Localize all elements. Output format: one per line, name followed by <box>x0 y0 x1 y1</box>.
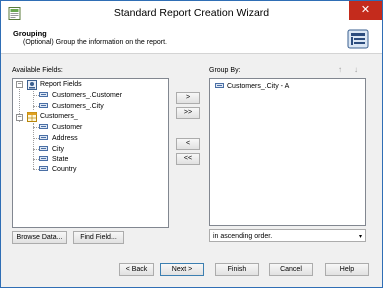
field-icon <box>39 156 48 161</box>
add-field-button[interactable]: > <box>176 92 200 104</box>
available-fields-label: Available Fields: <box>12 67 63 74</box>
close-button[interactable]: ✕ <box>349 1 382 20</box>
field-icon <box>39 124 48 129</box>
field-icon <box>39 92 48 97</box>
tree-item-customer[interactable]: Customer <box>52 122 82 133</box>
tree-node-customers[interactable]: Customers_ <box>40 111 78 122</box>
table-icon <box>27 112 37 122</box>
sort-order-select[interactable]: in ascending order. ▾ <box>209 229 366 242</box>
back-button[interactable]: < Back <box>119 263 154 276</box>
field-icon <box>39 103 48 108</box>
remove-field-button[interactable]: < <box>176 138 200 150</box>
field-icon <box>39 166 48 171</box>
collapse-report-fields-toggle[interactable]: − <box>16 81 23 88</box>
cancel-button[interactable]: Cancel <box>269 263 313 276</box>
step-title: Grouping <box>13 29 47 38</box>
tree-item-address[interactable]: Address <box>52 133 78 144</box>
field-icon <box>39 146 48 151</box>
collapse-customers-toggle[interactable]: − <box>16 114 23 121</box>
step-description: (Optional) Group the information on the … <box>23 39 167 46</box>
window-title: Standard Report Creation Wizard <box>113 7 270 19</box>
remove-all-fields-button[interactable]: << <box>176 153 200 165</box>
move-down-button[interactable]: ↓ <box>354 65 358 74</box>
field-icon <box>39 135 48 140</box>
field-icon <box>215 83 224 88</box>
next-button[interactable]: Next > <box>160 263 204 276</box>
chevron-down-icon: ▾ <box>358 234 362 240</box>
tree-item-country[interactable]: Country <box>52 164 77 175</box>
tree-item-report-customer[interactable]: Customers_.Customer <box>52 90 122 101</box>
add-all-fields-button[interactable]: >> <box>176 107 200 119</box>
group-by-item[interactable]: Customers_.City - A <box>227 81 289 92</box>
title-bar: Standard Report Creation Wizard ✕ <box>1 1 382 26</box>
find-field-button[interactable]: Find Field... <box>73 231 124 244</box>
browse-data-button[interactable]: Browse Data... <box>12 231 67 244</box>
tree-node-report-fields[interactable]: Report Fields <box>40 79 82 90</box>
group-by-label: Group By: <box>209 67 241 74</box>
group-by-list[interactable]: Customers_.City - A <box>209 78 366 226</box>
wizard-header: Grouping (Optional) Group the informatio… <box>1 26 382 54</box>
grouping-icon <box>347 29 369 49</box>
sort-order-value: in ascending order. <box>213 233 273 240</box>
move-up-button[interactable]: ↑ <box>338 65 342 74</box>
help-button[interactable]: Help <box>325 263 369 276</box>
report-fields-icon <box>27 80 37 90</box>
finish-button[interactable]: Finish <box>215 263 259 276</box>
wizard-window: Standard Report Creation Wizard ✕ Groupi… <box>0 0 383 288</box>
available-fields-tree[interactable]: − Report Fields Customers_.Customer Cust… <box>12 78 169 228</box>
